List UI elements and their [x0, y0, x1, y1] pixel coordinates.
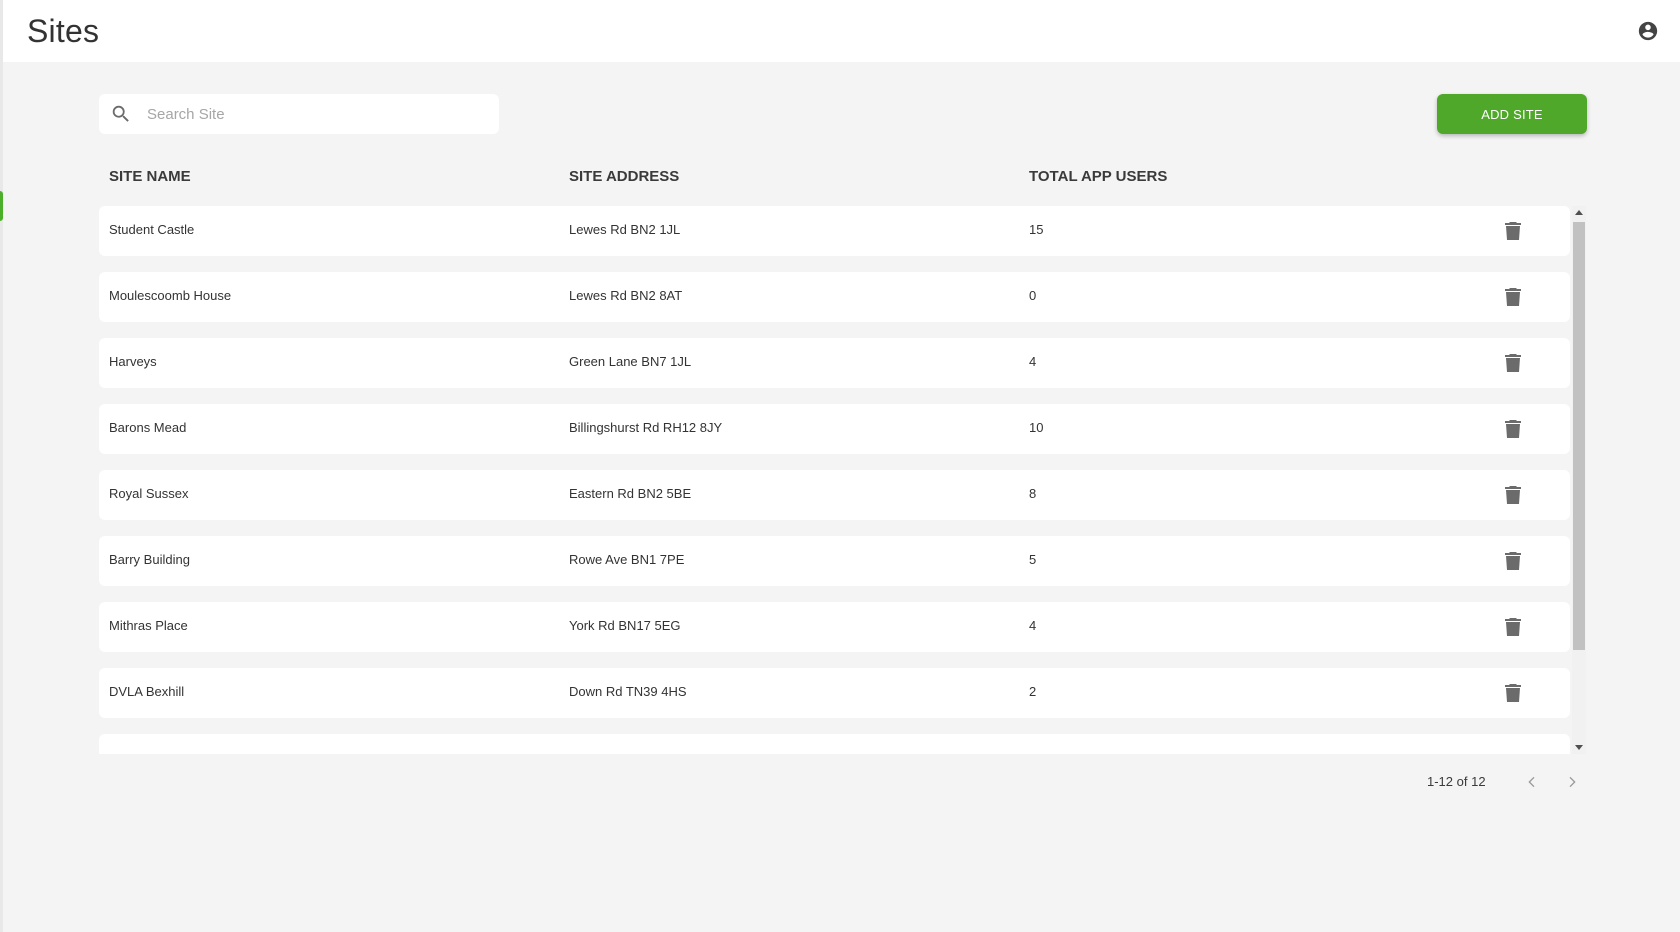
search-input[interactable] — [147, 105, 487, 123]
site-name-cell: DVLA Bexhill — [109, 684, 185, 699]
table-row[interactable]: Harveys Green Lane BN7 1JL 4 — [99, 338, 1570, 388]
trash-icon[interactable] — [1501, 219, 1525, 243]
total-app-users-cell: 4 — [1029, 618, 1037, 633]
column-header-site-name: SITE NAME — [109, 168, 191, 185]
trash-icon[interactable] — [1501, 615, 1525, 639]
add-site-button[interactable]: ADD SITE — [1437, 94, 1587, 134]
total-app-users-cell: 4 — [1029, 354, 1037, 369]
sites-table-body[interactable]: Student Castle Lewes Rd BN2 1JL 15 Moulesco… — [99, 206, 1570, 754]
site-name-cell: Harveys — [109, 354, 157, 369]
trash-icon[interactable] — [1501, 549, 1525, 573]
table-row[interactable]: Barons Mead Billingshurst Rd RH12 8JY 10 — [99, 404, 1570, 454]
scrollbar-thumb[interactable] — [1573, 222, 1585, 650]
total-app-users-cell: 8 — [1029, 486, 1037, 501]
pagination: 1-12 of 12 — [1420, 770, 1580, 794]
chevron-right-icon[interactable] — [1560, 770, 1584, 794]
toolbar: ADD SITE — [99, 94, 1587, 136]
page-range-label: 1-12 of 12 — [1427, 774, 1486, 789]
trash-icon[interactable] — [1501, 285, 1525, 309]
app-frame: Sites ADD SITE SITE NAME SITE ADDRESS TO… — [0, 0, 1680, 932]
site-name-cell: Student Castle — [109, 222, 195, 237]
site-address-cell: Rowe Ave BN1 7PE — [569, 552, 685, 567]
drawer-handle[interactable] — [0, 191, 3, 221]
table-row[interactable]: DVLA Bexhill Down Rd TN39 4HS 2 — [99, 668, 1570, 718]
site-address-cell: Eastern Rd BN2 5BE — [569, 486, 692, 501]
table-row[interactable]: Royal Sussex Eastern Rd BN2 5BE 8 — [99, 470, 1570, 520]
search-box[interactable] — [99, 94, 499, 134]
total-app-users-cell: 10 — [1029, 420, 1044, 435]
site-address-cell: Lewes Rd BN2 8AT — [569, 288, 683, 303]
total-app-users-cell: 2 — [1029, 684, 1037, 699]
top-bar: Sites — [3, 0, 1680, 62]
column-header-site-address: SITE ADDRESS — [569, 168, 680, 185]
total-app-users-cell: 5 — [1029, 552, 1037, 567]
site-name-cell: Barons Mead — [109, 420, 187, 435]
scroll-down-arrow-icon[interactable] — [1572, 740, 1586, 754]
table-scrollbar[interactable] — [1572, 206, 1586, 754]
trash-icon[interactable] — [1501, 483, 1525, 507]
total-app-users-cell: 0 — [1029, 288, 1037, 303]
table-row[interactable]: Mithras Place York Rd BN17 5EG 4 — [99, 602, 1570, 652]
table-header: SITE NAME SITE ADDRESS TOTAL APP USERS — [99, 168, 1569, 190]
site-name-cell: Mithras Place — [109, 618, 188, 633]
site-address-cell: Billingshurst Rd RH12 8JY — [569, 420, 723, 435]
site-address-cell: York Rd BN17 5EG — [569, 618, 681, 633]
site-address-cell: Down Rd TN39 4HS — [569, 684, 687, 699]
site-name-cell: Moulescoomb House — [109, 288, 232, 303]
left-edge — [0, 0, 3, 932]
total-app-users-cell: 15 — [1029, 222, 1044, 237]
table-row-partial[interactable] — [99, 734, 1570, 754]
trash-icon[interactable] — [1501, 681, 1525, 705]
search-icon — [109, 102, 133, 126]
site-name-cell: Royal Sussex — [109, 486, 189, 501]
site-name-cell: Barry Building — [109, 552, 190, 567]
site-address-cell: Green Lane BN7 1JL — [569, 354, 692, 369]
page-title: Sites — [27, 12, 100, 49]
account-circle-icon[interactable] — [1636, 19, 1660, 43]
trash-icon[interactable] — [1501, 417, 1525, 441]
table-row[interactable]: Barry Building Rowe Ave BN1 7PE 5 — [99, 536, 1570, 586]
scroll-up-arrow-icon[interactable] — [1572, 206, 1586, 220]
table-row[interactable]: Student Castle Lewes Rd BN2 1JL 15 — [99, 206, 1570, 256]
chevron-left-icon[interactable] — [1520, 770, 1544, 794]
table-row[interactable]: Moulescoomb House Lewes Rd BN2 8AT 0 — [99, 272, 1570, 322]
trash-icon[interactable] — [1501, 351, 1525, 375]
column-header-total-app-users: TOTAL APP USERS — [1029, 168, 1168, 185]
site-address-cell: Lewes Rd BN2 1JL — [569, 222, 681, 237]
